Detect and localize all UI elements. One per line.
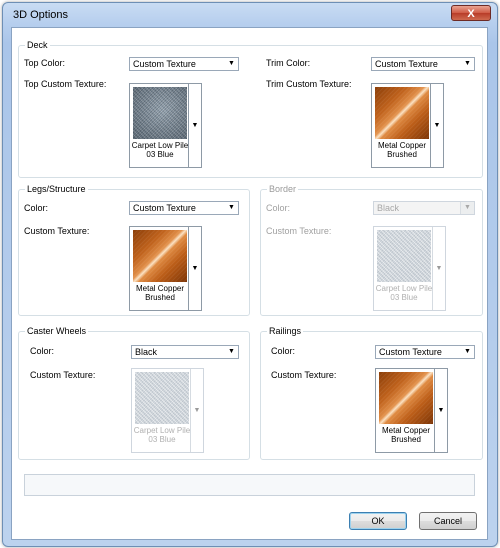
caster-legend: Caster Wheels — [27, 326, 87, 336]
status-bar — [24, 474, 475, 496]
copper-swatch-image — [133, 230, 187, 282]
trim-color-value: Custom Texture — [375, 59, 438, 69]
border-color-select: Black ▼ — [373, 201, 475, 215]
railings-texture-label: Custom Texture: — [271, 370, 337, 380]
caster-color-select[interactable]: Black ▼ — [131, 345, 239, 359]
chevron-down-icon[interactable]: ▼ — [434, 369, 447, 452]
trim-color-label: Trim Color: — [266, 58, 311, 68]
legs-texture-label: Custom Texture: — [24, 226, 90, 236]
legs-color-label: Color: — [24, 203, 49, 213]
legs-texture-picker[interactable]: Metal Copper Brushed ▼ — [129, 226, 202, 311]
top-color-label: Top Color: — [24, 58, 66, 68]
chevron-down-icon: ▼ — [228, 204, 235, 211]
deck-legend: Deck — [27, 40, 48, 50]
top-color-value: Custom Texture — [133, 59, 196, 69]
top-texture-picker[interactable]: Carpet Low Pile 03 Blue ▼ — [129, 83, 202, 168]
legs-color-value: Custom Texture — [133, 203, 196, 213]
options-dialog: 3D Options X Deck Top Color: Custom Text… — [2, 2, 498, 547]
close-icon: X — [467, 8, 475, 20]
legs-legend: Legs/Structure — [27, 184, 86, 194]
cancel-button[interactable]: Cancel — [419, 512, 477, 530]
railings-color-label: Color: — [271, 346, 296, 356]
title-bar[interactable]: 3D Options X — [3, 3, 497, 27]
chevron-down-icon: ▼ — [432, 227, 445, 310]
railings-color-value: Custom Texture — [379, 347, 442, 357]
chevron-down-icon: ▼ — [460, 202, 474, 214]
chevron-down-icon[interactable]: ▼ — [188, 227, 201, 310]
carpet-swatch-image — [377, 230, 431, 282]
close-button[interactable]: X — [451, 5, 491, 21]
railings-color-select[interactable]: Custom Texture ▼ — [375, 345, 475, 359]
caster-texture-picker[interactable]: Carpet Low Pile 03 Blue ▼ — [131, 368, 204, 453]
border-color-value: Black — [377, 203, 400, 213]
copper-swatch-image — [379, 372, 433, 424]
border-legend: Border — [269, 184, 297, 194]
chevron-down-icon[interactable]: ▼ — [190, 369, 203, 452]
trim-texture-label: Trim Custom Texture: — [266, 79, 352, 89]
ok-button[interactable]: OK — [349, 512, 407, 530]
railings-legend: Railings — [269, 326, 302, 336]
chevron-down-icon[interactable]: ▼ — [430, 84, 443, 167]
chevron-down-icon: ▼ — [228, 348, 235, 355]
legs-texture-name: Metal Copper Brushed — [135, 284, 185, 302]
chevron-down-icon[interactable]: ▼ — [188, 84, 201, 167]
window-title: 3D Options — [13, 9, 69, 21]
top-texture-label: Top Custom Texture: — [24, 79, 107, 89]
border-texture-label: Custom Texture: — [266, 226, 332, 236]
top-color-select[interactable]: Custom Texture ▼ — [129, 57, 239, 71]
border-texture-picker: Carpet Low Pile 03 Blue ▼ — [373, 226, 446, 311]
caster-texture-label: Custom Texture: — [30, 370, 96, 380]
top-texture-name: Carpet Low Pile 03 Blue — [131, 141, 189, 159]
dialog-client-area: Deck Top Color: Custom Texture ▼ Top Cus… — [11, 27, 488, 540]
legs-color-select[interactable]: Custom Texture ▼ — [129, 201, 239, 215]
carpet-swatch-image — [135, 372, 189, 424]
railings-texture-name: Metal Copper Brushed — [381, 426, 431, 444]
railings-texture-picker[interactable]: Metal Copper Brushed ▼ — [375, 368, 448, 453]
carpet-swatch-image — [133, 87, 187, 139]
border-color-label: Color: — [266, 203, 291, 213]
caster-texture-name: Carpet Low Pile 03 Blue — [133, 426, 191, 444]
trim-texture-picker[interactable]: Metal Copper Brushed ▼ — [371, 83, 444, 168]
chevron-down-icon: ▼ — [464, 60, 471, 67]
caster-color-value: Black — [135, 347, 158, 357]
chevron-down-icon: ▼ — [464, 348, 471, 355]
trim-color-select[interactable]: Custom Texture ▼ — [371, 57, 475, 71]
copper-swatch-image — [375, 87, 429, 139]
border-texture-name: Carpet Low Pile 03 Blue — [375, 284, 433, 302]
trim-texture-name: Metal Copper Brushed — [377, 141, 427, 159]
caster-color-label: Color: — [30, 346, 55, 356]
chevron-down-icon: ▼ — [228, 60, 235, 67]
